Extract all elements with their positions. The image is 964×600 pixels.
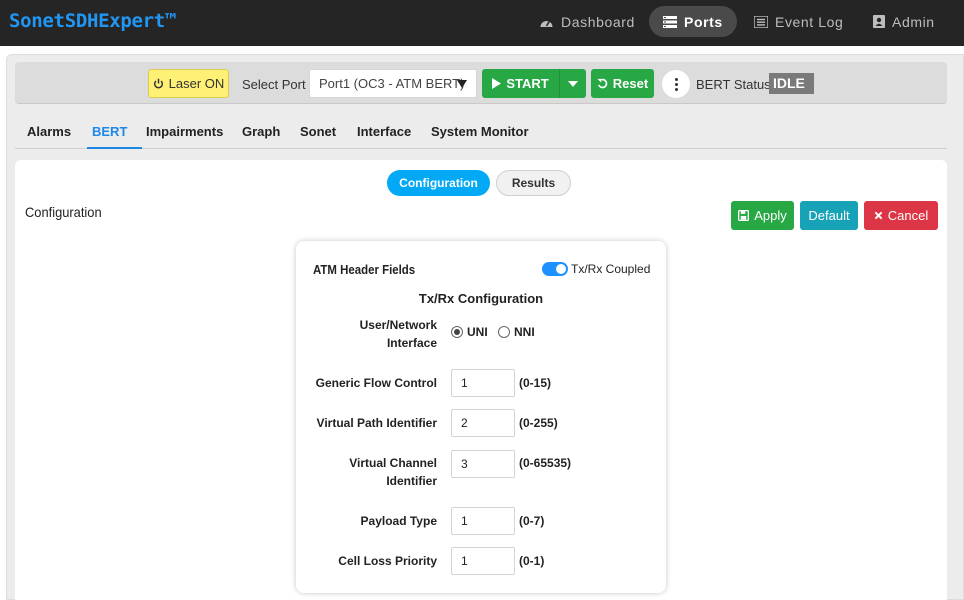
cancel-button[interactable]: Cancel	[864, 201, 938, 230]
tab-alarms[interactable]: Alarms	[27, 124, 71, 139]
radio-nni-label: NNI	[514, 325, 535, 339]
vpi-label: Virtual Path Identifier	[316, 416, 437, 430]
cancel-label: Cancel	[887, 208, 929, 223]
ports-icon	[663, 15, 677, 28]
module-tabs: Alarms BERT Impairments Graph Sonet Inte…	[15, 111, 947, 149]
gfc-input[interactable]: 1	[451, 369, 515, 397]
radio-uni-label: UNI	[467, 325, 488, 339]
start-label: START	[506, 76, 549, 91]
bert-config-card: Configuration Results Configuration Appl…	[15, 160, 947, 600]
apply-button[interactable]: Apply	[731, 201, 794, 230]
vci-range: (0-65535)	[519, 456, 572, 470]
nav-ports[interactable]: Ports	[649, 6, 737, 37]
tab-sonet[interactable]: Sonet	[300, 124, 336, 139]
vci-label-line2: Identifier	[386, 474, 437, 488]
caret-down-icon	[568, 80, 578, 87]
interface-label: User/Network Interface	[360, 316, 437, 352]
tx-rx-coupled-toggle[interactable]	[542, 262, 568, 276]
start-dropdown-button[interactable]	[559, 69, 586, 98]
reset-label: Reset	[612, 76, 649, 91]
gfc-label: Generic Flow Control	[315, 376, 437, 390]
nav-dashboard-label: Dashboard	[561, 13, 635, 30]
nav-event-log[interactable]: Event Log	[740, 6, 857, 37]
tab-interface[interactable]: Interface	[357, 124, 411, 139]
start-button[interactable]: START	[482, 69, 559, 98]
close-icon	[874, 211, 883, 220]
pt-label: Payload Type	[360, 514, 437, 528]
tab-graph[interactable]: Graph	[242, 124, 280, 139]
radio-dot-unchecked	[498, 326, 510, 338]
nav-admin-label: Admin	[892, 13, 935, 30]
event-log-icon	[754, 15, 768, 28]
play-icon	[492, 78, 502, 89]
radio-nni[interactable]: NNI	[498, 325, 535, 339]
vpi-input[interactable]: 2	[451, 409, 515, 437]
clp-input[interactable]: 1	[451, 547, 515, 575]
subtab-configuration[interactable]: Configuration	[387, 170, 490, 196]
port-select-value: Port1 (OC3 - ATM BERT)	[319, 76, 465, 91]
top-navbar: SonetSDHExpert™ Dashboard Ports Event Lo…	[0, 0, 964, 46]
pt-input[interactable]: 1	[451, 507, 515, 535]
select-port-label: Select Port	[242, 77, 306, 92]
interface-label-line2: Interface	[386, 336, 437, 350]
clp-range: (0-1)	[519, 554, 545, 568]
panel-title: ATM Header Fields	[313, 262, 416, 277]
default-button[interactable]: Default	[800, 201, 858, 230]
dashboard-icon	[540, 20, 553, 27]
pt-range: (0-7)	[519, 514, 545, 528]
dot-icon	[674, 87, 678, 91]
app-brand[interactable]: SonetSDHExpert™	[9, 10, 176, 32]
bert-status-label: BERT Status	[696, 77, 771, 92]
vci-input[interactable]: 3	[451, 450, 515, 478]
save-icon	[738, 210, 750, 221]
undo-icon	[597, 78, 608, 89]
active-tab-indicator	[87, 147, 142, 149]
nav-event-log-label: Event Log	[775, 13, 844, 30]
tab-bert[interactable]: BERT	[92, 124, 127, 139]
tx-rx-config-heading: Tx/Rx Configuration	[418, 291, 544, 306]
tab-impairments[interactable]: Impairments	[146, 124, 223, 139]
reset-button[interactable]: Reset	[591, 69, 654, 98]
radio-dot-checked	[451, 326, 463, 338]
subtab-results[interactable]: Results	[496, 170, 571, 196]
port-select[interactable]: Port1 (OC3 - ATM BERT)	[309, 69, 477, 98]
tx-rx-coupled-label: Tx/Rx Coupled	[571, 262, 651, 276]
default-label: Default	[808, 208, 850, 223]
power-icon	[153, 78, 163, 89]
dot-icon	[674, 82, 678, 86]
dot-icon	[674, 77, 678, 81]
page-frame: Laser ON Select Port Port1 (OC3 - ATM BE…	[6, 54, 964, 600]
bert-status-value: IDLE	[769, 73, 814, 94]
clp-label: Cell Loss Priority	[338, 554, 437, 568]
atm-header-panel: ATM Header Fields Tx/Rx Coupled Tx/Rx Co…	[296, 241, 666, 593]
gfc-range: (0-15)	[519, 376, 552, 390]
tab-system-monitor[interactable]: System Monitor	[431, 124, 529, 139]
apply-label: Apply	[754, 208, 787, 223]
nav-ports-label: Ports	[684, 13, 723, 30]
vpi-range: (0-255)	[519, 416, 558, 430]
interface-label-line1: User/Network	[359, 318, 437, 332]
laser-on-button[interactable]: Laser ON	[148, 69, 229, 98]
vci-label: Virtual Channel Identifier	[349, 454, 437, 490]
section-title: Configuration	[25, 204, 102, 220]
admin-icon	[873, 15, 885, 28]
laser-on-label: Laser ON	[168, 76, 225, 91]
radio-uni[interactable]: UNI	[451, 325, 488, 339]
vci-label-line1: Virtual Channel	[349, 456, 437, 470]
caret-down-icon	[457, 80, 467, 88]
nav-dashboard[interactable]: Dashboard	[525, 6, 649, 37]
more-options-button[interactable]	[662, 70, 690, 98]
nav-admin[interactable]: Admin	[859, 6, 949, 37]
port-toolbar: Laser ON Select Port Port1 (OC3 - ATM BE…	[15, 62, 947, 104]
